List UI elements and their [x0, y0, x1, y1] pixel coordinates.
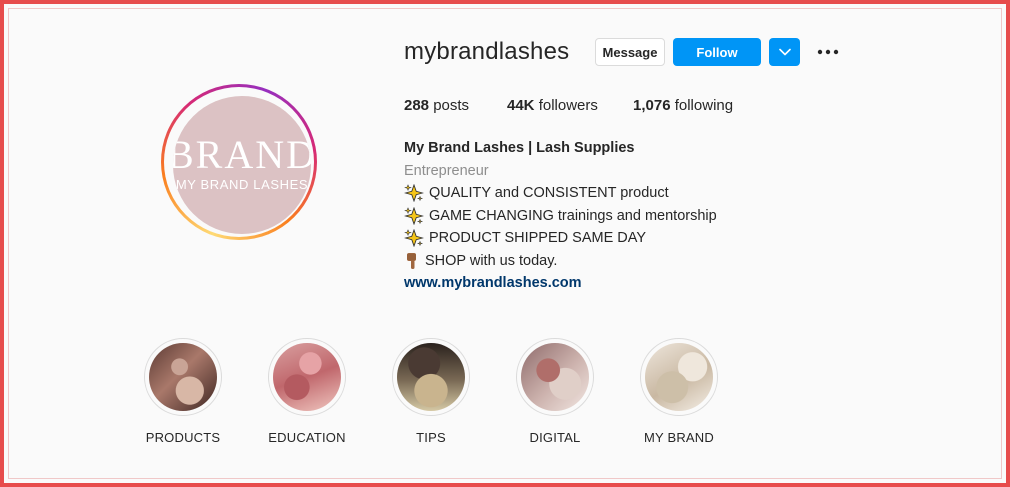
sparkles-icon [404, 229, 424, 248]
bio-line: GAME CHANGING trainings and mentorship [404, 205, 824, 228]
posts-stat: 288 posts [404, 97, 469, 114]
posts-label: posts [433, 97, 470, 114]
highlight-ring [144, 338, 222, 416]
highlight-label: PRODUCTS [145, 430, 221, 445]
bio-line-text: QUALITY and CONSISTENT product [429, 185, 669, 201]
following-count: 1,076 [633, 97, 671, 114]
highlight-label: MY BRAND [644, 430, 714, 445]
message-button[interactable]: Message [595, 38, 665, 66]
avatar-logo-subtext: MY BRAND LASHES [175, 176, 309, 192]
bio-line: QUALITY and CONSISTENT product [404, 182, 824, 205]
highlight-cover-image [645, 343, 713, 411]
suggested-accounts-button[interactable] [769, 38, 800, 66]
more-options-icon [817, 49, 839, 55]
bio-website-link[interactable]: www.mybrandlashes.com [404, 272, 824, 295]
following-label: following [674, 97, 734, 114]
screenshot-frame: BRAND MY BRAND LASHES mybrandlashes Mess… [0, 0, 1010, 487]
highlight-cover-image [273, 343, 341, 411]
posts-count: 288 [404, 97, 430, 114]
highlight-cover-image [397, 343, 465, 411]
bio-line-text: PRODUCT SHIPPED SAME DAY [429, 230, 647, 246]
highlight-ring [516, 338, 594, 416]
bio-full-name: My Brand Lashes | Lash Supplies [404, 140, 635, 156]
avatar[interactable]: BRAND MY BRAND LASHES [173, 96, 311, 234]
sparkles-icon [404, 206, 424, 225]
following-stat[interactable]: 1,076 following [633, 97, 733, 114]
more-options-button[interactable] [814, 40, 842, 64]
highlight-label: TIPS [416, 430, 446, 445]
profile-avatar-story-ring[interactable]: BRAND MY BRAND LASHES [161, 84, 317, 240]
highlight-cover-image [521, 343, 589, 411]
followers-stat[interactable]: 44K followers [507, 97, 598, 114]
bio-line: PRODUCT SHIPPED SAME DAY [404, 227, 824, 250]
followers-label: followers [538, 97, 598, 114]
avatar-gap: BRAND MY BRAND LASHES [164, 87, 314, 237]
profile-bio: My Brand Lashes | Lash Supplies Entrepre… [404, 137, 824, 295]
highlight-ring [268, 338, 346, 416]
highlight-label: DIGITAL [529, 430, 581, 445]
bio-line-text: GAME CHANGING trainings and mentorship [429, 207, 717, 224]
highlight-label: EDUCATION [268, 430, 346, 445]
profile-username: mybrandlashes [404, 38, 570, 65]
bio-category: Entrepreneur [404, 162, 489, 179]
pointing-down-icon [407, 252, 416, 269]
followers-count: 44K [507, 97, 535, 114]
highlight-cover-image [149, 343, 217, 411]
sparkles-icon [404, 184, 424, 203]
highlight-ring [392, 338, 470, 416]
avatar-logo-text: BRAND [173, 131, 311, 177]
bio-line: SHOP with us today. [404, 250, 824, 273]
highlight-ring [640, 338, 718, 416]
follow-button[interactable]: Follow [673, 38, 761, 66]
bio-line-text: SHOP with us today. [425, 252, 558, 269]
chevron-down-icon [778, 48, 791, 56]
